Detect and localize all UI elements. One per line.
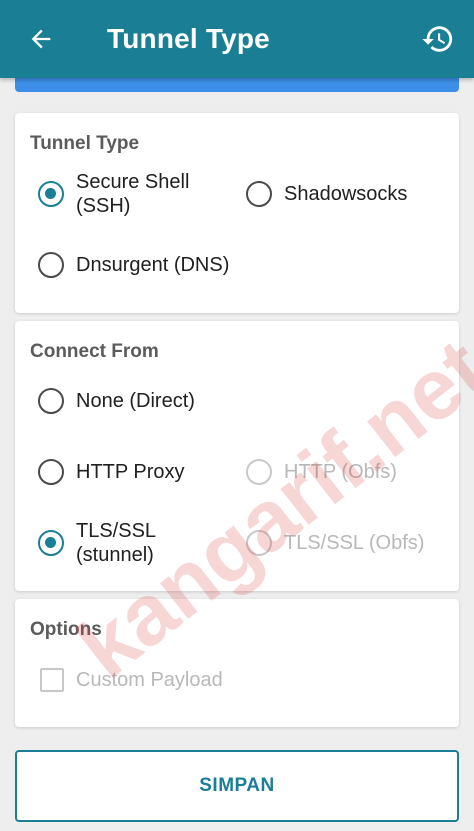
- page-title: Tunnel Type: [107, 23, 270, 54]
- back-button[interactable]: [22, 20, 60, 58]
- previous-card-edge: [15, 78, 459, 92]
- radio-ssh[interactable]: [38, 181, 64, 207]
- option-ssh-label: Secure Shell (SSH): [76, 171, 190, 217]
- options-title: Options: [30, 619, 102, 640]
- option-dns-label: Dnsurgent (DNS): [76, 254, 230, 276]
- app-bar: Tunnel Type: [0, 0, 474, 78]
- option-tls-ssl-obfs-label: TLS/SSL (Obfs): [284, 532, 425, 554]
- option-tls-ssl-obfs[interactable]: TLS/SSL (Obfs): [246, 529, 424, 557]
- options-card: Options Custom Payload: [15, 599, 459, 727]
- radio-none-direct[interactable]: [38, 388, 64, 414]
- checkbox-custom-payload[interactable]: [40, 668, 64, 692]
- option-none-direct[interactable]: None (Direct): [38, 387, 195, 415]
- option-http-obfs-label: HTTP (Obfs): [284, 461, 397, 483]
- option-http-proxy[interactable]: HTTP Proxy: [38, 458, 185, 486]
- tunnel-type-title: Tunnel Type: [30, 133, 140, 154]
- option-http-proxy-label: HTTP Proxy: [76, 461, 185, 483]
- radio-tls-ssl-obfs[interactable]: [246, 530, 272, 556]
- radio-tls-ssl[interactable]: [38, 530, 64, 556]
- option-tls-ssl[interactable]: TLS/SSL (stunnel): [38, 517, 156, 569]
- history-icon: [422, 26, 453, 52]
- radio-http-proxy[interactable]: [38, 459, 64, 485]
- history-button[interactable]: [418, 19, 458, 59]
- radio-dns[interactable]: [38, 252, 64, 278]
- option-shadowsocks-label: Shadowsocks: [284, 183, 408, 205]
- radio-http-obfs[interactable]: [246, 459, 272, 485]
- option-dns[interactable]: Dnsurgent (DNS): [38, 251, 229, 279]
- arrow-back-icon: [31, 29, 51, 49]
- connect-from-title: Connect From: [30, 341, 159, 362]
- option-http-obfs[interactable]: HTTP (Obfs): [246, 458, 397, 486]
- radio-shadowsocks[interactable]: [246, 181, 272, 207]
- option-tls-ssl-label: TLS/SSL (stunnel): [76, 520, 157, 566]
- option-shadowsocks[interactable]: Shadowsocks: [246, 180, 407, 208]
- connect-from-card: Connect From None (Direct) HTTP Proxy HT…: [15, 321, 459, 591]
- option-none-direct-label: None (Direct): [76, 390, 195, 412]
- tunnel-type-card: Tunnel Type Secure Shell (SSH) Shadowsoc…: [15, 113, 459, 313]
- option-custom-payload[interactable]: Custom Payload: [40, 666, 223, 694]
- option-custom-payload-label: Custom Payload: [76, 669, 223, 691]
- option-ssh[interactable]: Secure Shell (SSH): [38, 168, 189, 220]
- save-button[interactable]: SIMPAN: [15, 750, 459, 822]
